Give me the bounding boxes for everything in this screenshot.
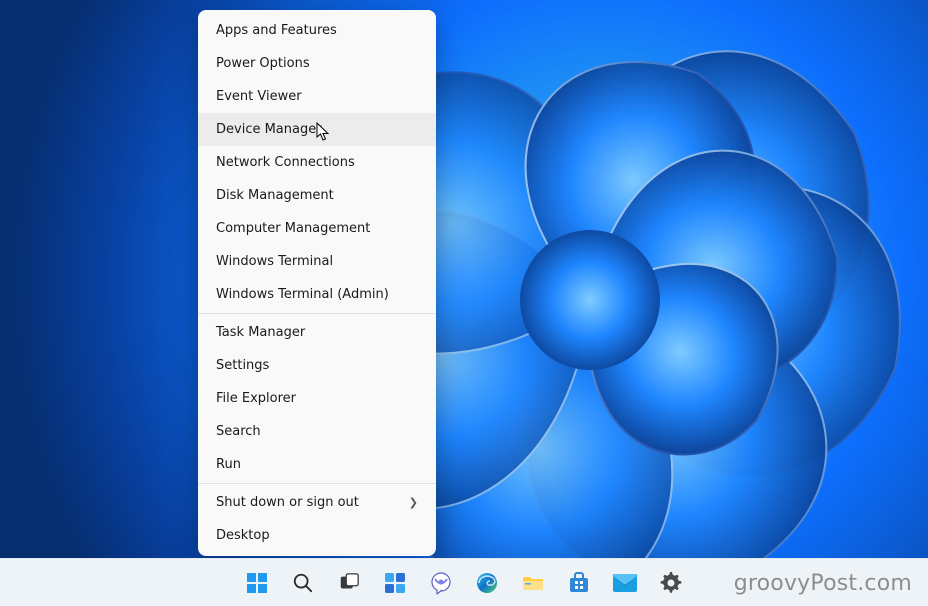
menu-item-label: Network Connections [216,154,355,171]
mail-icon [612,572,638,594]
menu-computer-management[interactable]: Computer Management [198,212,436,245]
menu-item-label: Task Manager [216,324,305,341]
bloom-graphic [0,0,928,558]
menu-item-label: Event Viewer [216,88,302,105]
store-icon [567,571,591,595]
menu-item-label: Windows Terminal [216,253,333,270]
start-icon [245,571,269,595]
menu-item-label: Computer Management [216,220,370,237]
menu-power-options[interactable]: Power Options [198,47,436,80]
menu-network-connections[interactable]: Network Connections [198,146,436,179]
menu-windows-terminal[interactable]: Windows Terminal [198,245,436,278]
gear-icon [659,571,683,595]
taskbar-settings-button[interactable] [652,564,690,602]
taskbar-start-button[interactable] [238,564,276,602]
menu-shut-down-or-sign-out[interactable]: Shut down or sign out ❯ [198,486,436,519]
menu-item-label: File Explorer [216,390,296,407]
menu-device-manager[interactable]: Device Manager [198,113,436,146]
menu-item-label: Settings [216,357,269,374]
menu-item-label: Power Options [216,55,310,72]
file-explorer-icon [521,571,545,595]
taskbar-task-view-button[interactable] [330,564,368,602]
taskbar-widgets-button[interactable] [376,564,414,602]
menu-item-label: Disk Management [216,187,334,204]
chat-icon [429,571,453,595]
menu-item-label: Device Manager [216,121,322,138]
desktop-wallpaper: Apps and Features Power Options Event Vi… [0,0,928,558]
winx-menu: Apps and Features Power Options Event Vi… [198,10,436,556]
task-view-icon [338,572,360,594]
menu-separator [198,483,436,484]
taskbar-mail-button[interactable] [606,564,644,602]
search-icon [292,572,314,594]
menu-item-label: Shut down or sign out [216,494,359,511]
taskbar-file-explorer-button[interactable] [514,564,552,602]
menu-file-explorer[interactable]: File Explorer [198,382,436,415]
edge-icon [475,571,499,595]
chevron-right-icon: ❯ [409,494,420,511]
menu-event-viewer[interactable]: Event Viewer [198,80,436,113]
menu-apps-and-features[interactable]: Apps and Features [198,14,436,47]
menu-item-label: Apps and Features [216,22,337,39]
menu-separator [198,313,436,314]
taskbar-chat-button[interactable] [422,564,460,602]
menu-windows-terminal-admin[interactable]: Windows Terminal (Admin) [198,278,436,311]
menu-item-label: Run [216,456,241,473]
menu-settings[interactable]: Settings [198,349,436,382]
menu-item-label: Search [216,423,261,440]
taskbar-search-button[interactable] [284,564,322,602]
taskbar-microsoft-store-button[interactable] [560,564,598,602]
menu-item-label: Windows Terminal (Admin) [216,286,389,303]
menu-task-manager[interactable]: Task Manager [198,316,436,349]
menu-desktop[interactable]: Desktop [198,519,436,552]
menu-search[interactable]: Search [198,415,436,448]
menu-item-label: Desktop [216,527,270,544]
widgets-icon [383,571,407,595]
watermark-text: groovyPost.com [734,571,912,596]
menu-run[interactable]: Run [198,448,436,481]
menu-disk-management[interactable]: Disk Management [198,179,436,212]
taskbar-edge-button[interactable] [468,564,506,602]
